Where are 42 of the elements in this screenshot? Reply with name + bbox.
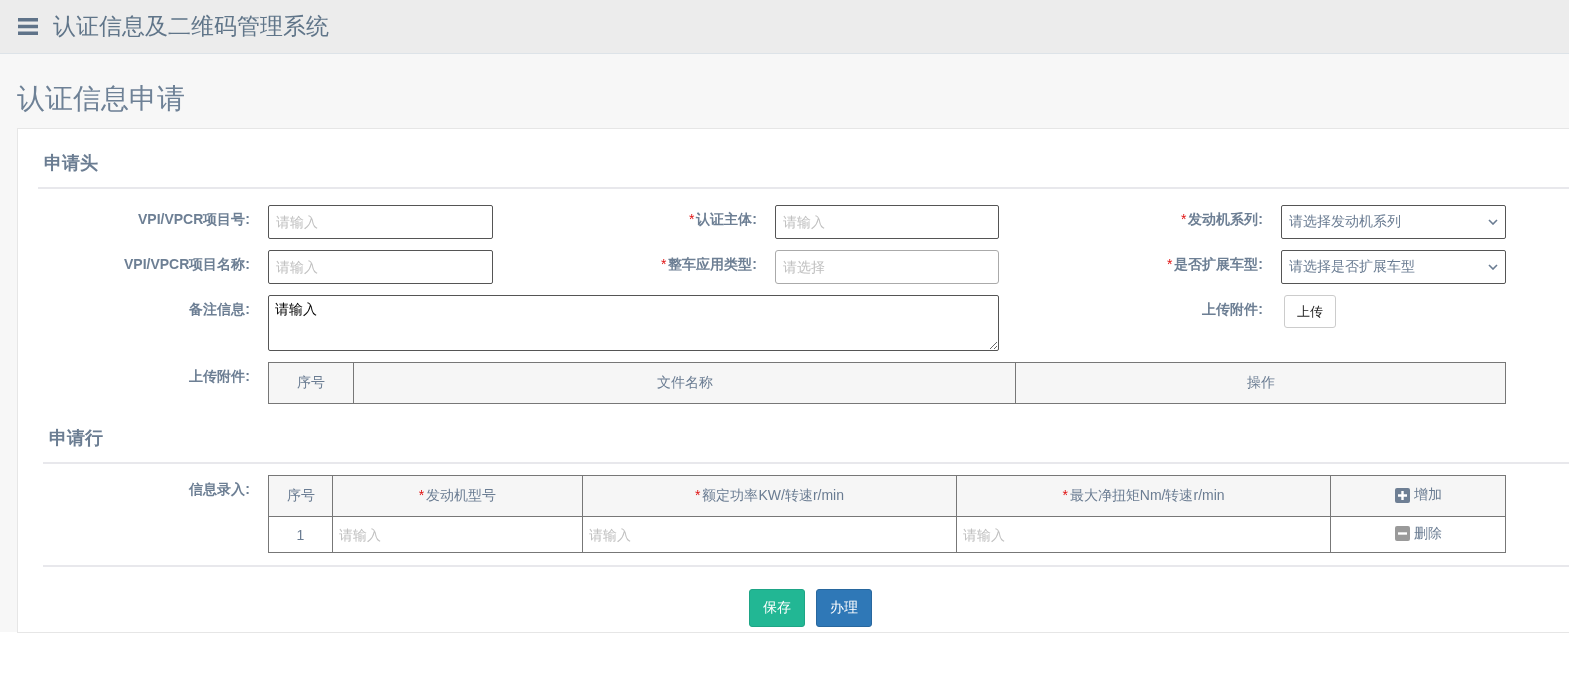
column-header: 文件名称 [353, 362, 1016, 404]
field-label: *整车应用类型: [659, 255, 758, 274]
table-input[interactable]: 请输入 [957, 518, 1330, 551]
column-header: 操作 [1015, 362, 1506, 404]
text-field[interactable]: 请输入 [268, 250, 493, 284]
select-field[interactable]: 请选择发动机系列 [1281, 205, 1506, 239]
column-header: *发动机型号 [332, 475, 583, 517]
table-input[interactable]: 请输入 [583, 518, 956, 551]
app-title: 认证信息及二维码管理系统 [53, 12, 329, 41]
minus-icon [1394, 526, 1410, 542]
field-label: *认证主体: [687, 210, 758, 229]
column-header: *额定功率KW/转速r/min [582, 475, 957, 517]
upload-button[interactable]: 上传 [1284, 295, 1336, 328]
text-field[interactable]: 请输入 [268, 205, 493, 239]
field-label: 上传附件: [188, 367, 251, 386]
page-title: 认证信息申请 [17, 82, 186, 116]
chevron-icon [1488, 264, 1498, 270]
save-button[interactable]: 保存 [749, 589, 805, 627]
plus-icon [1394, 487, 1410, 503]
field-label: VPI/VPCR项目号: [137, 210, 251, 229]
submit-button[interactable]: 办理 [816, 589, 872, 627]
section-title: 申请行 [48, 427, 104, 450]
delete-button[interactable]: 删除 [1394, 524, 1442, 543]
row-number: 1 [268, 516, 333, 553]
column-header: 序号 [268, 475, 333, 517]
field-label: 信息录入: [188, 480, 251, 499]
field-label: *是否扩展车型: [1165, 255, 1264, 274]
field-label: 上传附件: [1201, 300, 1264, 319]
column-header: 序号 [268, 362, 354, 404]
field-label: *发动机系列: [1179, 210, 1264, 229]
chevron-icon [1488, 219, 1498, 225]
text-field[interactable]: 请选择 [775, 250, 999, 284]
select-field[interactable]: 请选择是否扩展车型 [1281, 250, 1506, 284]
remarks-field[interactable]: 请输入 [268, 295, 999, 351]
menu-icon[interactable] [18, 18, 38, 35]
section-title: 申请头 [43, 152, 99, 175]
text-field[interactable]: 请输入 [775, 205, 999, 239]
field-label: VPI/VPCR项目名称: [123, 255, 251, 274]
add-button[interactable]: 增加 [1394, 486, 1442, 505]
table-input[interactable]: 请输入 [333, 518, 582, 551]
column-header: *最大净扭矩Nm/转速r/min [956, 475, 1331, 517]
field-label: 备注信息: [188, 300, 251, 319]
